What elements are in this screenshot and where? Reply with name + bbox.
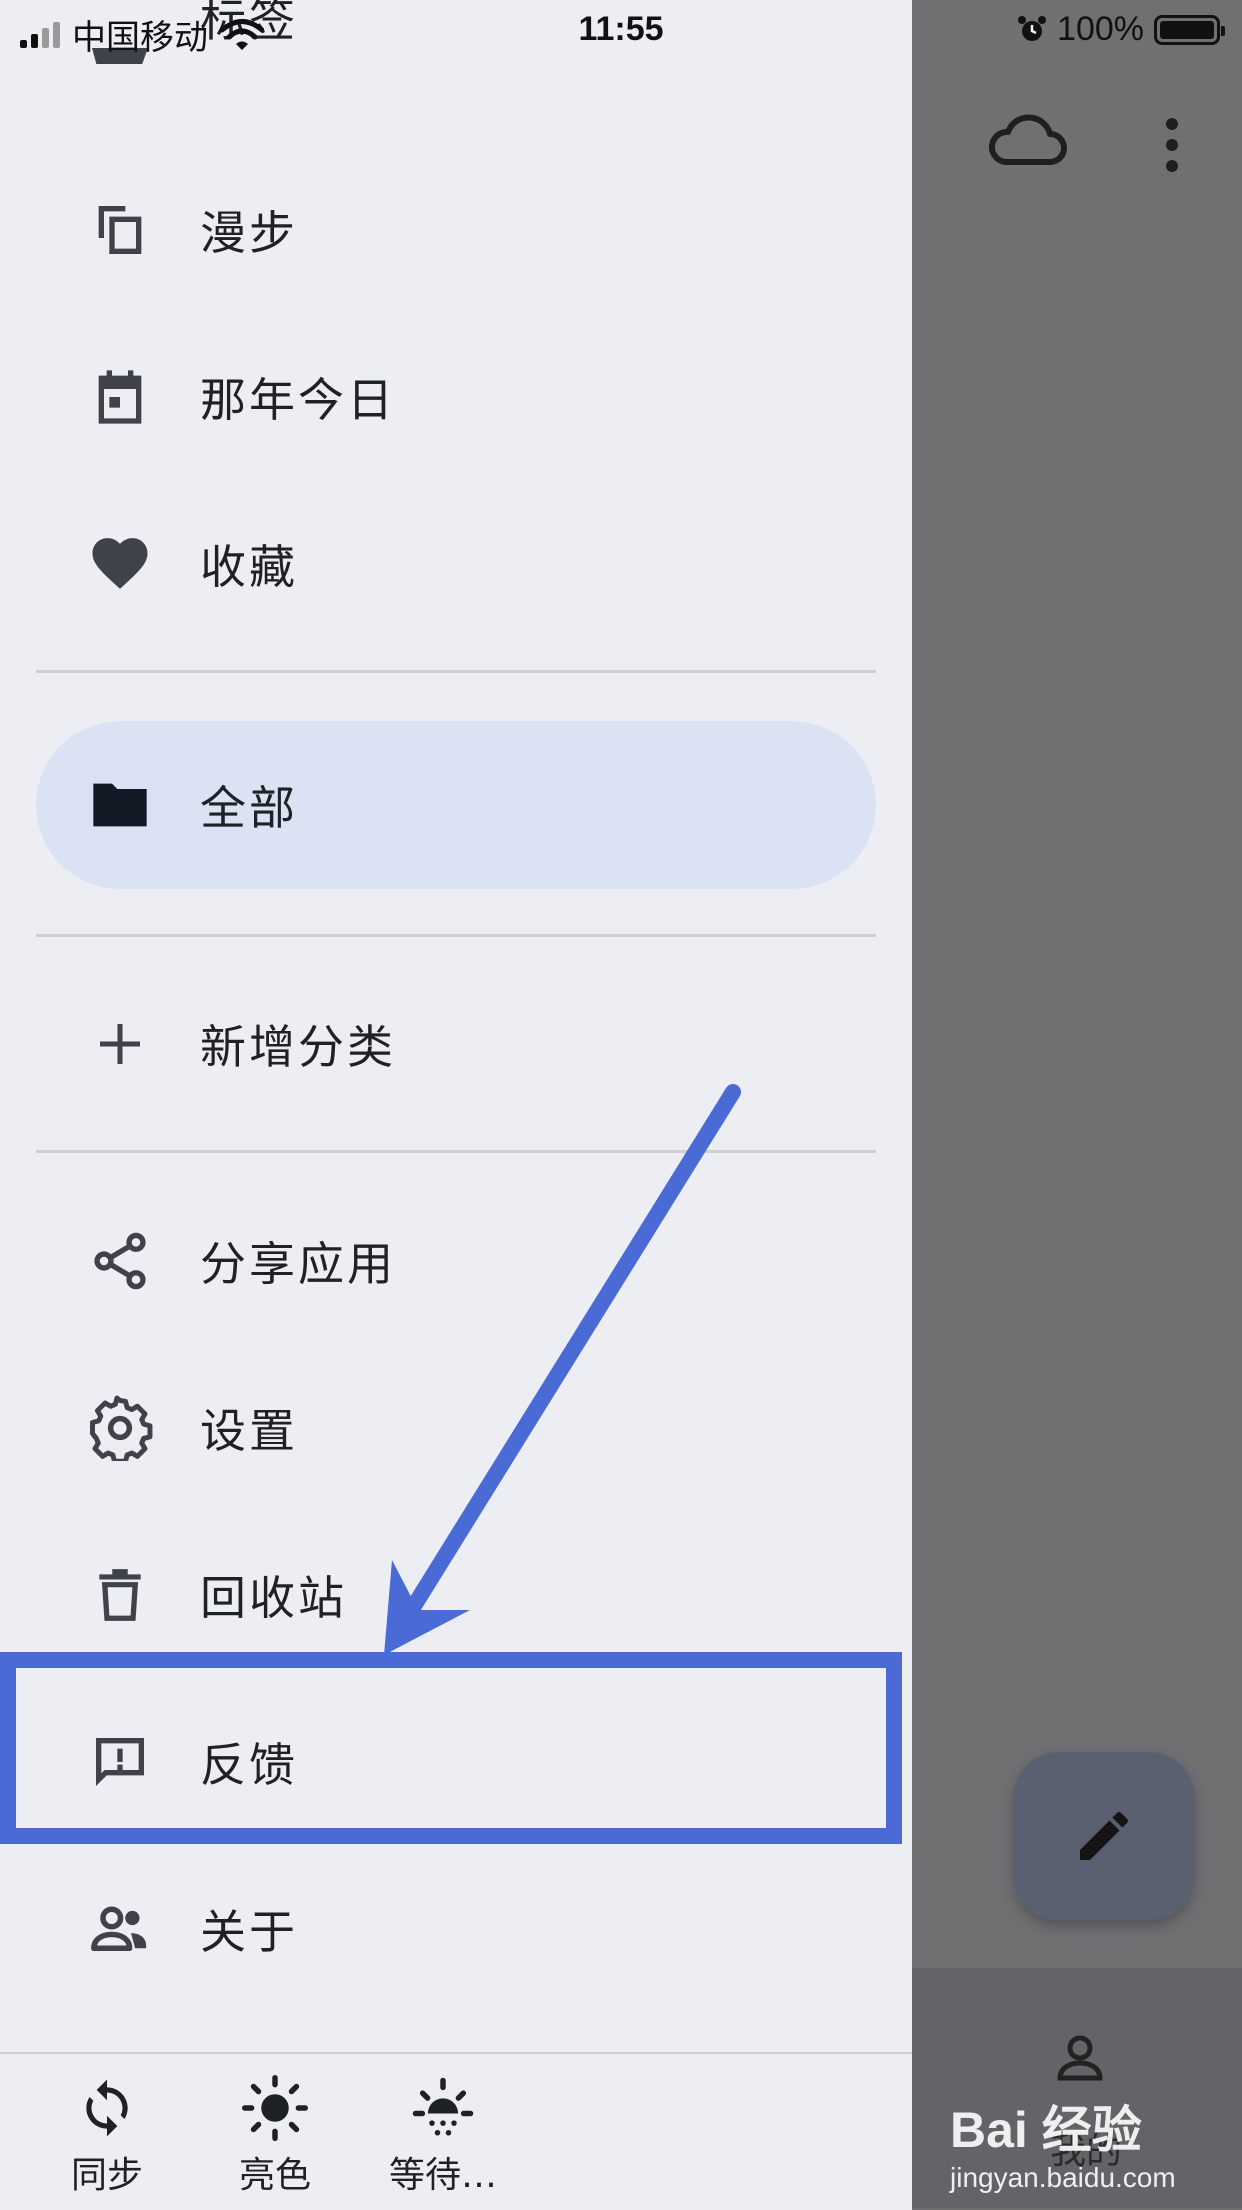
compose-button[interactable] (1014, 1752, 1194, 1920)
status-bar: 中国移动 11:55 100% (0, 0, 1242, 64)
drawer-item-all[interactable]: 全部 (36, 721, 876, 889)
drawer-item-favorites[interactable]: 收藏 (36, 499, 876, 629)
folder-icon (80, 765, 160, 845)
gear-icon (80, 1388, 160, 1468)
sync-icon (32, 2072, 182, 2144)
divider (36, 934, 876, 937)
watermark-url: jingyan.baidu.com (950, 2162, 1176, 2193)
more-vert-icon[interactable] (1162, 118, 1182, 172)
calendar-icon (80, 357, 160, 437)
heart-icon (80, 524, 160, 604)
pencil-icon (1080, 1811, 1129, 1860)
drawer-bottom-bar: 同步 亮色 等待… (0, 2052, 912, 2210)
person-icon[interactable] (1050, 2028, 1110, 2088)
drawer-item-trash[interactable]: 回收站 (36, 1530, 876, 1660)
drawer-item-label: 设置 (200, 1404, 298, 1458)
alarm-icon (1018, 15, 1047, 41)
drawer-item-label: 新增分类 (200, 1020, 396, 1074)
navigation-drawer: 标签 漫步 那年今日 收藏 全部 新增分类 分享应用 设置 回收站 反馈 关于 … (0, 0, 912, 2210)
drawer-item-label: 分享应用 (200, 1237, 396, 1291)
cloud-icon[interactable] (988, 112, 1068, 172)
drawer-item-add-category[interactable]: 新增分类 (36, 979, 876, 1109)
drawer-item-on-this-day[interactable]: 那年今日 (36, 332, 876, 462)
sync-button[interactable]: 同步 (32, 2072, 182, 2198)
drawer-item-wander[interactable]: 漫步 (36, 165, 876, 295)
copy-icon (80, 190, 160, 270)
drawer-item-label: 关于 (200, 1905, 298, 1959)
drawer-item-label: 全部 (200, 781, 298, 835)
drawer-item-label: 回收站 (200, 1571, 347, 1625)
waiting-button[interactable]: 等待… (368, 2072, 518, 2198)
drawer-item-about[interactable]: 关于 (36, 1864, 876, 1994)
sunrise-icon (368, 2072, 518, 2144)
share-icon (80, 1221, 160, 1301)
divider (36, 670, 876, 673)
divider (36, 1150, 876, 1153)
drawer-item-label: 那年今日 (200, 373, 396, 427)
watermark-logo-text: Bai 经验 (950, 2102, 1142, 2158)
highlight-box (0, 1652, 902, 1844)
battery-percent: 100% (1057, 10, 1144, 48)
drawer-item-label: 漫步 (200, 206, 298, 260)
waiting-label: 等待… (388, 2155, 497, 2196)
plus-icon (80, 1004, 160, 1084)
sun-icon (200, 2072, 350, 2144)
battery-icon (1154, 14, 1225, 45)
people-icon (80, 1889, 160, 1969)
baidu-watermark: Bai 经验 jingyan.baidu.com (950, 2090, 1176, 2194)
trash-icon (80, 1555, 160, 1635)
light-theme-label: 亮色 (238, 2155, 311, 2196)
drawer-item-share-app[interactable]: 分享应用 (36, 1196, 876, 1326)
drawer-item-settings[interactable]: 设置 (36, 1363, 876, 1493)
sync-label: 同步 (70, 2155, 143, 2196)
light-theme-button[interactable]: 亮色 (200, 2072, 350, 2198)
drawer-item-label: 收藏 (200, 540, 298, 594)
